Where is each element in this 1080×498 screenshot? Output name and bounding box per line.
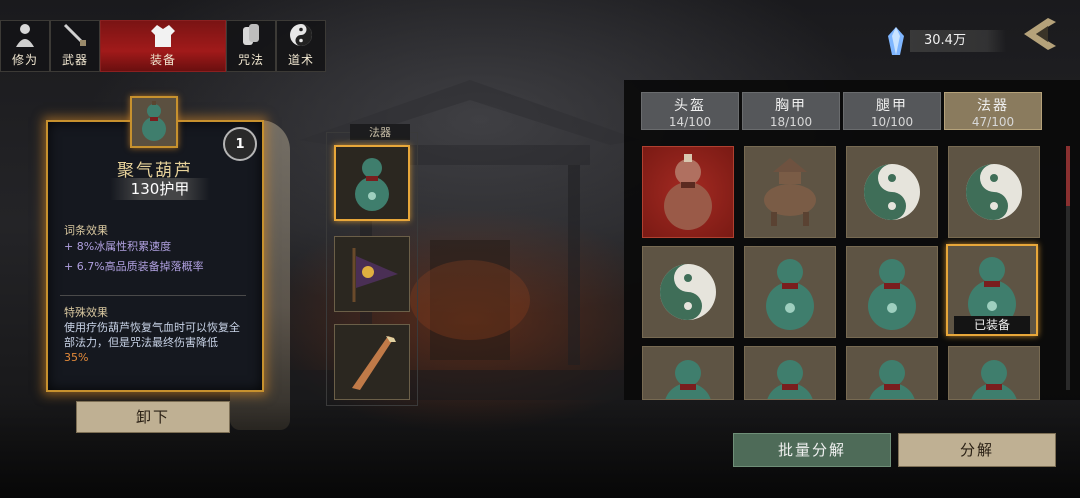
affix-value: + 8% [64,240,95,253]
armor-number: 130 [130,180,160,198]
affix-text: 冰属性积累速度 [94,240,172,253]
inventory-tab-count: 10/100 [870,115,914,129]
tab-label: 武器 [61,53,88,67]
affix-title: 词条效果 [64,224,108,237]
special-effect-text: 使用疗伤葫芦恢复气血时可以恢复全部法力，但是咒法最终伤害降低 35% [64,320,242,365]
currency-value: 30.4万 [910,30,1006,52]
inventory-tab-artifact[interactable]: 法器 47/100 [944,92,1042,130]
inventory-tab-chest[interactable]: 胸甲 18/100 [742,92,840,130]
batch-dismantle-button[interactable]: 批量分解 [733,433,891,467]
inventory-item[interactable] [846,146,938,238]
tab-label: 道术 [287,53,314,67]
yin-yang-icon [864,164,920,220]
inventory-item[interactable] [744,246,836,338]
scroll-icon [243,24,259,45]
inventory-item[interactable] [948,346,1040,400]
equipped-tag: 已装备 [954,316,1030,334]
inventory-item[interactable] [744,146,836,238]
inventory-tab-helmet[interactable]: 头盔 14/100 [641,92,739,130]
equipped-slot-2[interactable] [334,236,410,312]
equipped-slots-title: 法器 [350,124,410,140]
badge-level: 1 [235,136,245,152]
tab-spells[interactable]: 咒法 [226,20,276,72]
tab-equipment[interactable]: 装备 [100,20,226,72]
green-gourd-icon [766,259,814,330]
yin-yang-icon [660,264,716,320]
unequip-button[interactable]: 卸下 [76,401,230,433]
equipped-slot-3[interactable] [334,324,410,400]
tab-taoism[interactable]: 道术 [276,20,326,72]
inventory-tab-count: 18/100 [769,115,813,129]
dismantle-button[interactable]: 分解 [898,433,1056,467]
armor-value: 130护甲 [110,178,210,200]
green-gourd-icon [767,360,813,399]
affix-value: + 6.7% [64,260,105,273]
divider [60,295,246,296]
red-gourd-icon [664,154,712,230]
green-gourd-icon [868,259,916,330]
inventory-item[interactable] [744,346,836,400]
cultivation-icon [16,24,34,47]
inventory-tab-name: 法器 [977,98,1009,114]
tab-cultivation[interactable]: 修为 [0,20,50,72]
banner-icon [352,248,398,302]
equipped-slot-1[interactable] [334,145,410,221]
yin-yang-icon [966,164,1022,220]
item-detail-icon-slot [130,96,178,148]
armor-label: 护甲 [159,180,190,198]
tab-label: 装备 [149,53,176,67]
green-gourd-icon [665,360,711,399]
special-title: 特殊效果 [64,306,108,319]
yin-yang-icon [290,24,312,46]
category-tab-bar: 修为 武器 装备 咒法 道术 [0,20,326,72]
inventory-tab-count: 14/100 [668,115,712,129]
inventory-item[interactable] [642,246,734,338]
sword-scroll-icon [352,336,396,390]
inventory-scrollbar[interactable] [1066,146,1070,390]
bronze-censer-icon [764,158,816,226]
scrollbar-thumb[interactable] [1066,146,1070,206]
inventory-tab-name: 胸甲 [775,98,807,114]
inventory-item[interactable] [948,146,1040,238]
tab-weapon[interactable]: 武器 [50,20,100,72]
crystal-icon [888,27,904,55]
inventory-item[interactable] [846,246,938,338]
affix-text: 高品质装备掉落概率 [104,260,204,273]
inventory-tab-name: 腿甲 [876,98,908,114]
affix-line: + 6.7%高品质装备掉落概率 [64,258,204,274]
affix-line: + 8%冰属性积累速度 [64,238,171,254]
gourd-icon [142,101,166,141]
currency-display: 30.4万 [886,26,1006,56]
green-gourd-icon [869,360,915,399]
gourd-icon [355,158,389,211]
inventory-tab-count: 47/100 [971,115,1015,129]
special-body: 使用疗伤葫芦恢复气血时可以恢复全部法力，但是咒法最终伤害降低 [64,321,240,349]
robe-icon [151,25,175,47]
inventory-item[interactable] [642,346,734,400]
sword-icon [63,23,86,46]
back-icon[interactable] [1018,12,1062,56]
inventory-item[interactable] [642,146,734,238]
tab-label: 咒法 [237,53,264,67]
inventory-item[interactable] [846,346,938,400]
inventory-tab-name: 头盔 [674,98,706,114]
green-gourd-icon [971,360,1017,399]
special-highlight: 35% [64,351,89,364]
tab-label: 修为 [11,53,38,67]
inventory-tab-legs[interactable]: 腿甲 10/100 [843,92,941,130]
